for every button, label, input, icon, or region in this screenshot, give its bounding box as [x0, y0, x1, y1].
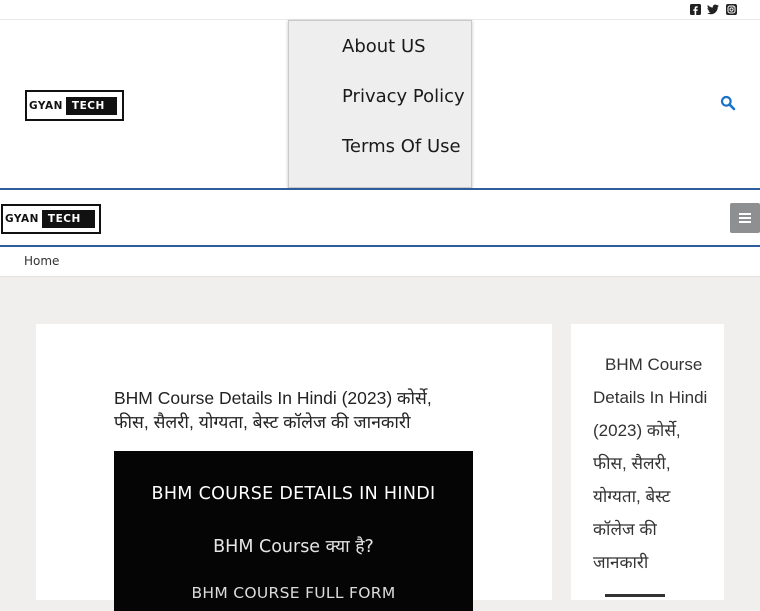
featured-image-heading: BHM COURSE DETAILS IN HINDI [151, 484, 436, 504]
logo-text-gyan: GYAN [5, 213, 39, 225]
search-icon[interactable] [720, 95, 736, 111]
hamburger-icon [739, 213, 751, 223]
featured-image-subheading: BHM Course क्या है? [213, 537, 374, 557]
logo-text-tech: TECH [65, 96, 117, 115]
article-title[interactable]: BHM Course Details In Hindi (2023) कोर्स… [114, 386, 454, 434]
sidebar-recent-post-title-hi: कोर्से, फीस, सैलरी, योग्यता, बेस्ट कॉलेज… [593, 421, 681, 572]
twitter-icon[interactable] [707, 4, 719, 15]
featured-image: BHM COURSE DETAILS IN HINDI BHM Course क… [114, 451, 473, 611]
sidebar-next-item [605, 594, 665, 597]
mobile-header: GYAN TECH [0, 190, 760, 245]
instagram-icon[interactable] [726, 4, 737, 15]
breadcrumb-bar: Home [0, 247, 760, 277]
site-logo[interactable]: GYAN TECH [25, 90, 124, 121]
breadcrumb-home-link[interactable]: Home [24, 254, 59, 268]
logo-text-gyan: GYAN [29, 99, 63, 112]
menu-item-privacy-policy[interactable]: Privacy Policy [342, 86, 465, 107]
sidebar-recent-post-link[interactable]: BHM Course Details In Hindi (2023) कोर्स… [593, 348, 711, 579]
logo-text-tech: TECH [41, 210, 95, 228]
menu-toggle-button[interactable] [730, 203, 760, 233]
facebook-icon[interactable] [690, 4, 701, 15]
menu-item-about-us[interactable]: About US [342, 36, 426, 57]
sidebar: BHM Course Details In Hindi (2023) कोर्स… [571, 324, 724, 600]
navigation-dropdown-menu: About US Privacy Policy Terms Of Use [288, 20, 472, 188]
top-bar [0, 0, 760, 20]
article-card: BHM Course Details In Hindi (2023) कोर्स… [36, 324, 552, 611]
menu-item-terms-of-use[interactable]: Terms Of Use [342, 136, 461, 157]
mobile-site-logo[interactable]: GYAN TECH [1, 204, 101, 234]
featured-image-caption: BHM COURSE FULL FORM [191, 584, 396, 602]
site-header: GYAN TECH About US Privacy Policy Terms … [0, 20, 760, 188]
